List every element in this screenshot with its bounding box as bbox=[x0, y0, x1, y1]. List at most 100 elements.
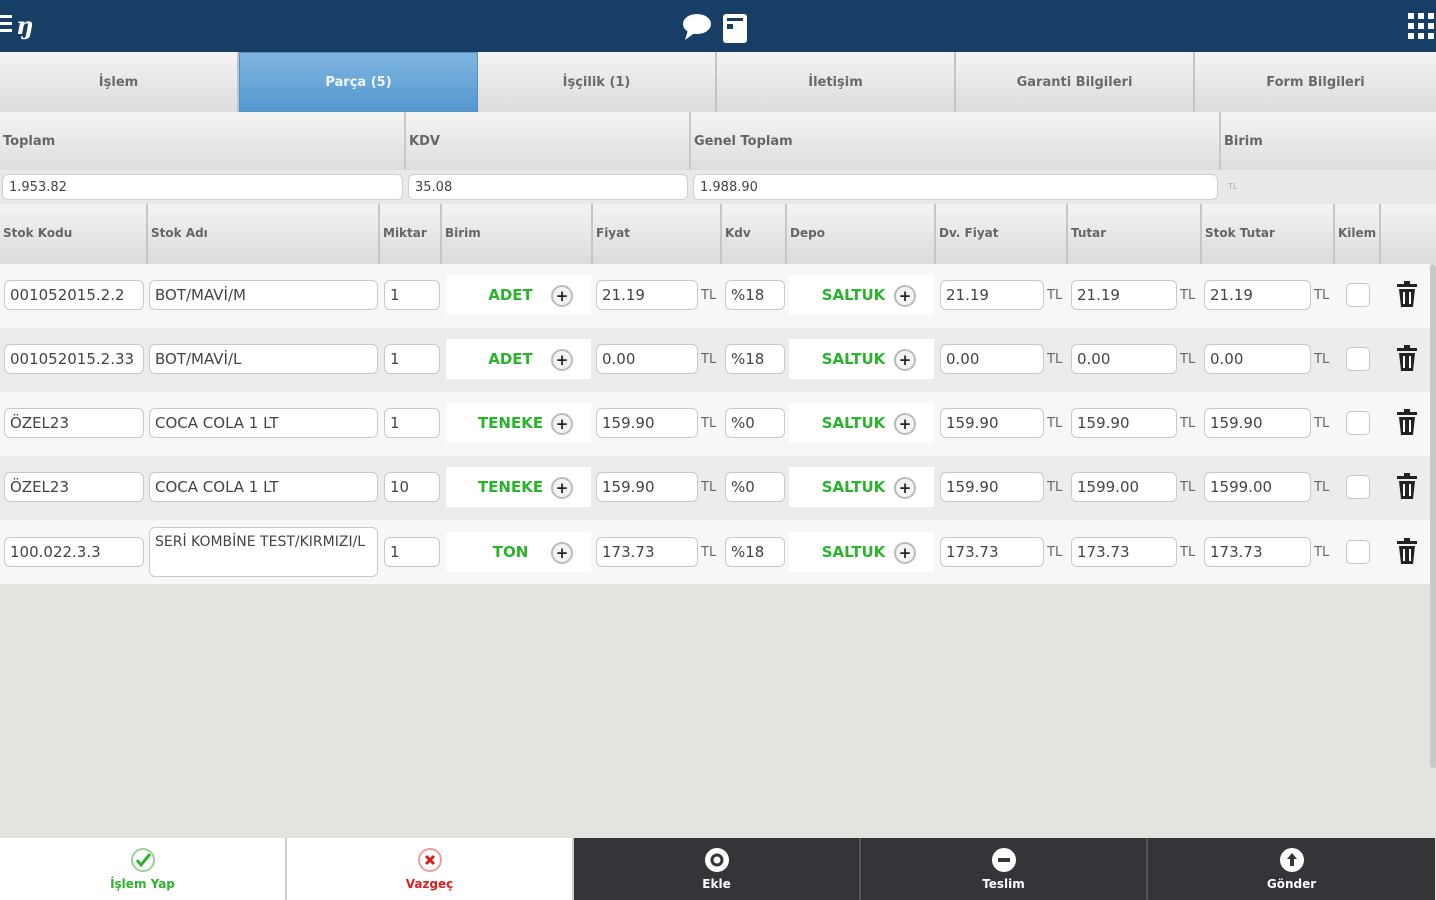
stok-tutar-field[interactable]: 0.00 bbox=[1204, 344, 1311, 374]
fiyat-field[interactable]: 0.00 bbox=[596, 344, 698, 374]
row-checkbox[interactable] bbox=[1346, 283, 1370, 307]
tab-bar: İşlem Parça (5) İşçilik (1) İletişim Gar… bbox=[0, 52, 1436, 112]
bottom-action-bar: İşlem Yap Vazgeç Ekle Teslim Gönder bbox=[0, 838, 1436, 900]
tab-iletisim[interactable]: İletişim bbox=[717, 52, 956, 112]
trash-icon[interactable] bbox=[1397, 473, 1417, 499]
currency-label: TL bbox=[701, 288, 717, 303]
currency-label: TL bbox=[701, 480, 717, 495]
currency-label: TL bbox=[1180, 416, 1196, 431]
tab-form-bilgileri[interactable]: Form Bilgileri bbox=[1195, 52, 1436, 112]
ekle-button[interactable]: Ekle bbox=[574, 838, 861, 900]
stok-tutar-field[interactable]: 1599.00 bbox=[1204, 472, 1311, 502]
stok-kodu-field[interactable]: ÖZEL23 bbox=[4, 408, 144, 438]
trash-icon[interactable] bbox=[1397, 409, 1417, 435]
col-stok-adi: Stok Adı bbox=[148, 204, 380, 264]
note-pad-icon[interactable] bbox=[722, 12, 748, 44]
dv-fiyat-field[interactable]: 159.90 bbox=[940, 472, 1044, 502]
tab-garanti-bilgileri[interactable]: Garanti Bilgileri bbox=[956, 52, 1195, 112]
stok-tutar-field[interactable]: 173.73 bbox=[1204, 537, 1311, 567]
stok-kodu-field[interactable]: 001052015.2.33 bbox=[4, 344, 144, 374]
genel-toplam-field[interactable]: 1.988.90 bbox=[693, 174, 1218, 200]
hamburger-menu-icon[interactable] bbox=[0, 15, 12, 35]
currency-label: TL bbox=[1314, 288, 1330, 303]
birim-select[interactable]: ADET + bbox=[446, 339, 591, 379]
row-checkbox[interactable] bbox=[1346, 347, 1370, 371]
toplam-label: Toplam bbox=[0, 112, 406, 170]
row-checkbox[interactable] bbox=[1346, 411, 1370, 435]
currency-label: TL bbox=[1047, 480, 1063, 495]
col-fiyat: Fiyat bbox=[593, 204, 722, 264]
top-bar: ŋ bbox=[0, 0, 1436, 52]
miktar-field[interactable]: 1 bbox=[384, 344, 440, 374]
kdv-field[interactable]: %18 bbox=[725, 537, 785, 567]
dv-fiyat-field[interactable]: 21.19 bbox=[940, 280, 1044, 310]
tab-parca[interactable]: Parça (5) bbox=[239, 52, 478, 112]
vertical-scrollbar[interactable] bbox=[1430, 264, 1436, 768]
chat-bubble-icon[interactable] bbox=[682, 13, 712, 41]
plus-circle-icon: + bbox=[551, 477, 573, 499]
vazgec-button[interactable]: Vazgeç bbox=[287, 838, 574, 900]
trash-icon[interactable] bbox=[1397, 538, 1417, 564]
parts-table-header: Stok Kodu Stok Adı Miktar Birim Fiyat Kd… bbox=[0, 204, 1436, 264]
kdv-field[interactable]: %0 bbox=[725, 408, 785, 438]
depo-select[interactable]: SALTUK + bbox=[789, 467, 934, 507]
depo-select[interactable]: SALTUK + bbox=[789, 275, 934, 315]
row-checkbox[interactable] bbox=[1346, 475, 1370, 499]
stok-adi-field[interactable]: BOT/MAVİ/L bbox=[149, 344, 378, 374]
tutar-field[interactable]: 1599.00 bbox=[1071, 472, 1177, 502]
miktar-field[interactable]: 10 bbox=[384, 472, 440, 502]
depo-select[interactable]: SALTUK + bbox=[789, 339, 934, 379]
fiyat-field[interactable]: 173.73 bbox=[596, 537, 698, 567]
tab-islem[interactable]: İşlem bbox=[0, 52, 239, 112]
currency-label: TL bbox=[1314, 545, 1330, 560]
tab-iscilik[interactable]: İşçilik (1) bbox=[478, 52, 717, 112]
fiyat-field[interactable]: 21.19 bbox=[596, 280, 698, 310]
kdv-field[interactable]: %0 bbox=[725, 472, 785, 502]
currency-label: TL bbox=[1047, 545, 1063, 560]
birim-select[interactable]: TENEKE + bbox=[446, 467, 591, 507]
stok-adi-field[interactable]: COCA COLA 1 LT bbox=[149, 472, 378, 502]
plus-circle-icon: + bbox=[551, 542, 573, 564]
toplam-field[interactable]: 1.953.82 bbox=[2, 174, 403, 200]
miktar-field[interactable]: 1 bbox=[384, 280, 440, 310]
birim-field[interactable]: TL bbox=[1222, 174, 1434, 200]
stok-kodu-field[interactable]: ÖZEL23 bbox=[4, 472, 144, 502]
gonder-button[interactable]: Gönder bbox=[1148, 838, 1435, 900]
tutar-field[interactable]: 173.73 bbox=[1071, 537, 1177, 567]
totals-summary: Toplam KDV Genel Toplam Birim 1.953.82 3… bbox=[0, 112, 1436, 204]
stok-adi-field[interactable]: SERİ KOMBİNE TEST/KIRMIZI/L bbox=[149, 527, 378, 577]
dv-fiyat-field[interactable]: 173.73 bbox=[940, 537, 1044, 567]
stok-kodu-field[interactable]: 001052015.2.2 bbox=[4, 280, 144, 310]
miktar-field[interactable]: 1 bbox=[384, 537, 440, 567]
stok-adi-field[interactable]: BOT/MAVİ/M bbox=[149, 280, 378, 310]
depo-select[interactable]: SALTUK + bbox=[789, 403, 934, 443]
check-icon bbox=[130, 848, 155, 872]
tutar-field[interactable]: 159.90 bbox=[1071, 408, 1177, 438]
miktar-field[interactable]: 1 bbox=[384, 408, 440, 438]
apps-grid-icon[interactable] bbox=[1408, 13, 1434, 39]
currency-label: TL bbox=[701, 352, 717, 367]
birim-select[interactable]: TON + bbox=[446, 532, 591, 572]
birim-select[interactable]: TENEKE + bbox=[446, 403, 591, 443]
dv-fiyat-field[interactable]: 0.00 bbox=[940, 344, 1044, 374]
birim-select[interactable]: ADET + bbox=[446, 275, 591, 315]
stok-adi-field[interactable]: COCA COLA 1 LT bbox=[149, 408, 378, 438]
trash-icon[interactable] bbox=[1397, 281, 1417, 307]
kdv-field[interactable]: %18 bbox=[725, 344, 785, 374]
stok-tutar-field[interactable]: 159.90 bbox=[1204, 408, 1311, 438]
depo-select[interactable]: SALTUK + bbox=[789, 532, 934, 572]
fiyat-field[interactable]: 159.90 bbox=[596, 472, 698, 502]
stok-tutar-field[interactable]: 21.19 bbox=[1204, 280, 1311, 310]
kdv-field[interactable]: 35.08 bbox=[408, 174, 688, 200]
dv-fiyat-field[interactable]: 159.90 bbox=[940, 408, 1044, 438]
stok-kodu-field[interactable]: 100.022.3.3 bbox=[4, 537, 144, 567]
tutar-field[interactable]: 0.00 bbox=[1071, 344, 1177, 374]
row-checkbox[interactable] bbox=[1346, 540, 1370, 564]
teslim-button[interactable]: Teslim bbox=[861, 838, 1148, 900]
islem-yap-button[interactable]: İşlem Yap bbox=[0, 838, 287, 900]
trash-icon[interactable] bbox=[1397, 345, 1417, 371]
fiyat-field[interactable]: 159.90 bbox=[596, 408, 698, 438]
kdv-field[interactable]: %18 bbox=[725, 280, 785, 310]
parts-table-body: 001052015.2.2 BOT/MAVİ/M 1 ADET + 21.19 T… bbox=[0, 264, 1436, 584]
tutar-field[interactable]: 21.19 bbox=[1071, 280, 1177, 310]
